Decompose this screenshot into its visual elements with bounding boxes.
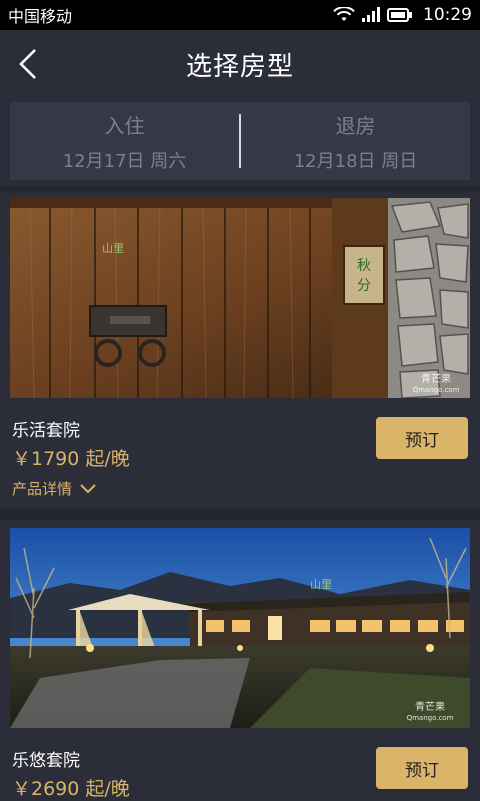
signal-icon	[362, 7, 380, 22]
checkin-date[interactable]: 入住 12月17日 周六	[10, 102, 239, 180]
checkin-label: 入住	[104, 113, 145, 138]
checkout-value: 12月18日 周日	[293, 150, 418, 172]
checkin-value: 12月17日 周六	[62, 150, 187, 172]
app-header: 选择房型	[0, 30, 480, 98]
chevron-left-icon	[19, 49, 36, 79]
door-sign-char-2: 分	[357, 278, 371, 294]
room-price: ￥2690 起/晚	[12, 778, 130, 800]
brand-url-watermark: Qmango.com	[413, 386, 460, 394]
date-selector: 入住 12月17日 周六 退房 12月18日 周日	[10, 102, 470, 180]
room-card: 秋 分 山里 青芒果 Qmango.com 乐活套院 ￥1790 起/晚 产品详…	[0, 192, 480, 507]
battery-icon	[387, 8, 412, 22]
room-image-wooden-door: 秋 分 山里 青芒果 Qmango.com	[10, 198, 470, 398]
room-image-courtyard-night: 山里 青芒果 Qmango.com	[10, 528, 470, 728]
status-bar: 中国移动 10:29	[0, 0, 480, 30]
back-button[interactable]	[10, 44, 46, 84]
door-sign-char-1: 秋	[357, 258, 371, 274]
card-divider	[0, 508, 480, 520]
checkout-label: 退房	[335, 113, 376, 138]
product-details-toggle[interactable]: 产品详情	[12, 478, 96, 499]
room-name: 乐悠套院	[12, 751, 80, 771]
book-button[interactable]: 预订	[376, 417, 468, 459]
carrier-label: 中国移动	[8, 7, 73, 26]
brand-watermark: 青芒果	[415, 700, 445, 713]
status-icons: 10:29	[333, 5, 472, 25]
room-photo[interactable]: 山里 青芒果 Qmango.com	[10, 528, 470, 728]
page-title: 选择房型	[185, 51, 294, 82]
room-photo[interactable]: 秋 分 山里 青芒果 Qmango.com	[10, 198, 470, 398]
room-card: 山里 青芒果 Qmango.com 乐悠套院 ￥2690 起/晚 预订	[0, 520, 480, 800]
checkout-date[interactable]: 退房 12月18日 周日	[241, 102, 470, 180]
book-button[interactable]: 预订	[376, 747, 468, 789]
room-price: ￥1790 起/晚	[12, 448, 130, 470]
product-details-label: 产品详情	[12, 480, 73, 498]
brand-watermark: 青芒果	[421, 372, 451, 385]
wifi-icon	[333, 7, 355, 21]
room-name: 乐活套院	[12, 421, 80, 441]
watermark-text: 山里	[310, 578, 332, 591]
clock: 10:29	[423, 5, 472, 25]
watermark-text: 山里	[102, 242, 124, 255]
chevron-down-icon	[80, 483, 96, 493]
brand-url-watermark: Qmango.com	[407, 714, 454, 722]
